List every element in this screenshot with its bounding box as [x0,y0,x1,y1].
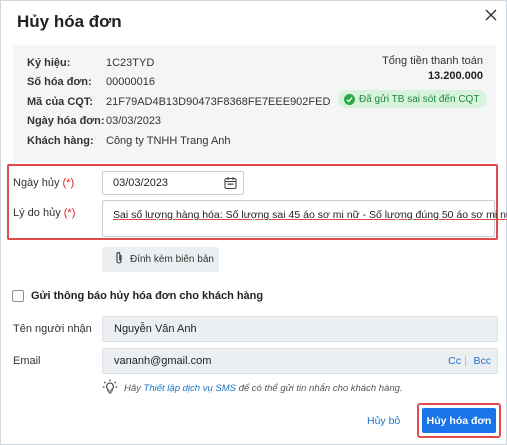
cancel-invoice-dialog: Hủy hóa đơn Ký hiệu: 1C23TYD Số hóa đơn:… [0,0,507,445]
sms-setup-link[interactable]: Thiết lập dịch vụ SMS [144,383,236,394]
cancel-button[interactable]: Hủy bỏ [367,415,400,427]
cancel-reason-textarea[interactable]: Sai số lượng hàng hóa: Số lượng sai 45 á… [102,200,507,237]
email-label: Email [13,355,41,367]
dialog-title: Hủy hóa đơn [17,12,122,31]
cancel-reason-value: Sai số lượng hàng hóa: Số lượng sai 45 á… [113,209,507,221]
attach-button-label: Đính kèm biên bản [130,254,214,265]
cancel-date-value: 03/03/2023 [113,177,169,189]
invoice-date-label: Ngày hóa đơn: [27,115,105,127]
cancel-date-label-text: Ngày hủy [13,177,60,189]
close-icon[interactable] [483,7,499,23]
customer-label: Khách hàng: [27,135,94,147]
bcc-link[interactable]: Bcc [473,355,491,367]
total-value: 13.200.000 [427,70,483,82]
customer-value: Công ty TNHH Trang Anh [106,135,231,147]
sms-hint: Hãy Thiết lập dịch vụ SMS để có thể gửi … [102,379,403,398]
cancel-invoice-button[interactable]: Hủy hóa đơn [422,408,496,433]
reason-label: Lý do hủy (*) [13,207,75,219]
recipient-label: Tên người nhận [13,323,92,335]
symbol-label: Ký hiệu: [27,57,71,69]
cancel-date-label: Ngày hủy (*) [13,177,74,189]
total-label: Tổng tiền thanh toán [382,55,483,67]
tax-code-label: Mã của CQT: [27,96,94,108]
paperclip-icon [114,251,124,268]
lightbulb-icon [102,379,118,398]
status-badge-text: Đã gửi TB sai sót đến CQT [359,93,480,105]
invoice-number-value: 00000016 [106,76,155,88]
confirm-highlight-frame: Hủy hóa đơn [417,403,501,438]
invoice-number-label: Số hóa đơn: [27,76,92,88]
cc-bcc-separator: | [464,355,467,367]
email-field[interactable]: vananh@gmail.com Cc | Bcc [102,348,498,374]
recipient-field[interactable]: Nguyễn Vân Anh [102,316,498,342]
symbol-value: 1C23TYD [106,57,155,69]
hint-suffix: để có thể gửi tin nhắn cho khách hàng. [238,383,403,394]
invoice-info-panel: Ký hiệu: 1C23TYD Số hóa đơn: 00000016 Mã… [13,45,496,162]
invoice-date-value: 03/03/2023 [106,115,162,127]
cc-link[interactable]: Cc [448,355,461,367]
check-circle-icon [344,93,355,105]
attach-minutes-button[interactable]: Đính kèm biên bản [102,247,219,272]
required-mark: (*) [63,207,76,219]
email-value: vananh@gmail.com [114,355,212,367]
required-mark: (*) [62,177,75,189]
status-badge: Đã gửi TB sai sót đến CQT [338,90,488,108]
notify-customer-label: Gửi thông báo hủy hóa đơn cho khách hàng [31,290,264,302]
hint-prefix: Hãy [124,383,141,394]
cancel-date-input[interactable]: 03/03/2023 [102,171,244,195]
tax-code-value: 21F79AD4B13D90473F8368FE7EEE902FED [106,96,331,108]
reason-label-text: Lý do hủy [13,207,61,219]
calendar-icon[interactable] [224,176,237,193]
notify-customer-checkbox[interactable] [12,290,24,302]
recipient-value: Nguyễn Vân Anh [114,323,197,335]
